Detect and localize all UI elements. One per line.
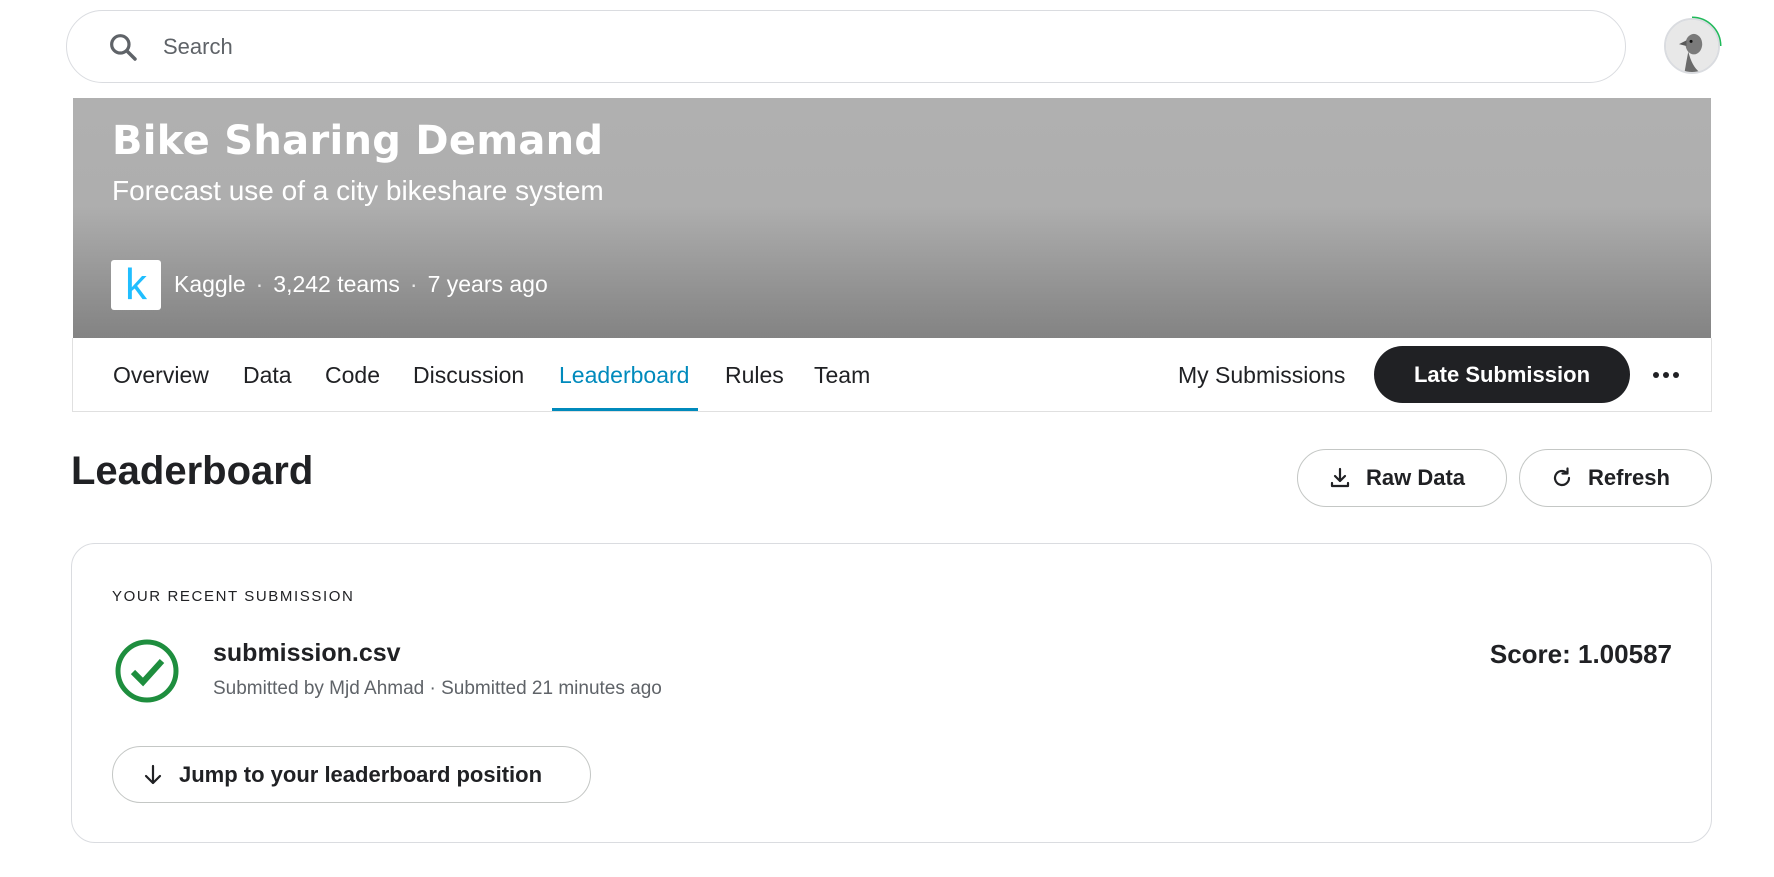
- host-logo-letter: k: [125, 260, 147, 309]
- jump-to-position-button[interactable]: Jump to your leaderboard position: [112, 746, 591, 803]
- card-label: YOUR RECENT SUBMISSION: [112, 588, 355, 605]
- jump-label: Jump to your leaderboard position: [179, 761, 543, 787]
- tab-leaderboard[interactable]: Leaderboard: [559, 338, 689, 412]
- host-name[interactable]: Kaggle: [174, 271, 246, 298]
- submission-meta: Submitted by Mjd Ahmad · Submitted 21 mi…: [213, 678, 662, 699]
- competition-age: 7 years ago: [427, 271, 548, 297]
- user-avatar-icon: [1666, 20, 1718, 72]
- submission-file-name: submission.csv: [213, 639, 401, 667]
- avatar[interactable]: [1664, 18, 1720, 74]
- tab-discussion[interactable]: Discussion: [413, 338, 524, 412]
- download-icon: [1330, 467, 1350, 488]
- tab-overview[interactable]: Overview: [113, 338, 209, 412]
- raw-data-label: Raw Data: [1366, 465, 1466, 490]
- more-dot: [1653, 372, 1659, 378]
- my-submissions-link[interactable]: My Submissions: [1178, 338, 1345, 412]
- separator: ·: [255, 271, 264, 297]
- refresh-button[interactable]: Refresh: [1519, 449, 1712, 507]
- submission-score: Score: 1.00587: [1489, 639, 1672, 669]
- kaggle-logo-icon[interactable]: k: [111, 260, 161, 310]
- page-title: Leaderboard: [71, 449, 314, 493]
- raw-data-button[interactable]: Raw Data: [1297, 449, 1507, 507]
- search-bar[interactable]: [66, 10, 1626, 83]
- success-check-icon: [115, 639, 179, 703]
- arrow-down-icon: [144, 764, 162, 784]
- search-icon: [110, 34, 137, 61]
- competition-subtitle: Forecast use of a city bikeshare system: [112, 175, 604, 206]
- tab-code[interactable]: Code: [325, 338, 380, 412]
- more-dot: [1663, 372, 1669, 378]
- more-options-icon[interactable]: [1651, 360, 1681, 390]
- search-input[interactable]: [163, 29, 1563, 65]
- refresh-icon: [1553, 467, 1571, 487]
- competition-meta: Kaggle · 3,242 teams · 7 years ago: [174, 271, 548, 298]
- recent-submission-card: YOUR RECENT SUBMISSION submission.csv Su…: [71, 543, 1712, 843]
- team-count: 3,242 teams: [273, 271, 400, 297]
- tab-team[interactable]: Team: [814, 338, 870, 412]
- more-dot: [1673, 372, 1679, 378]
- separator: ·: [409, 271, 418, 297]
- competition-tabs: Overview Data Code Discussion Leaderboar…: [72, 338, 1712, 412]
- active-tab-indicator: [552, 408, 698, 411]
- refresh-label: Refresh: [1588, 465, 1670, 490]
- late-submission-button[interactable]: Late Submission: [1374, 346, 1630, 403]
- tab-data[interactable]: Data: [243, 338, 292, 412]
- tab-rules[interactable]: Rules: [725, 338, 784, 412]
- competition-header: Bike Sharing Demand Forecast use of a ci…: [73, 98, 1711, 338]
- competition-title: Bike Sharing Demand: [112, 118, 604, 164]
